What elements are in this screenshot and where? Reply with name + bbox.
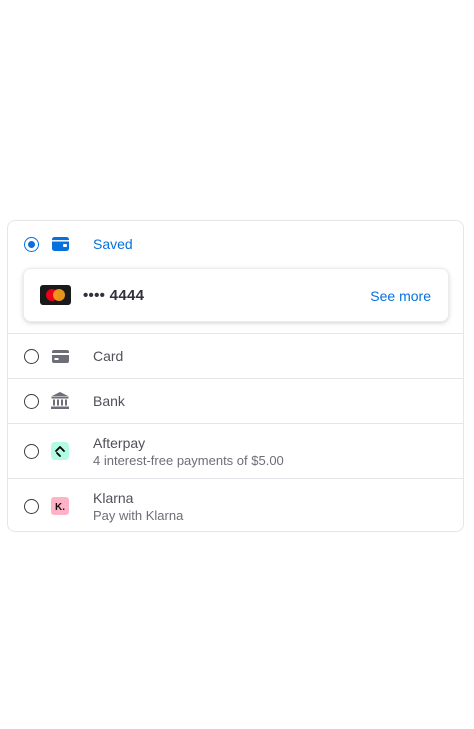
saved-card[interactable]: •••• 4444 See more xyxy=(23,268,449,322)
payment-option-afterpay[interactable]: Afterpay 4 interest-free payments of $5.… xyxy=(8,424,463,479)
payment-method-accordion: Saved •••• 4444 See more Card Bank After… xyxy=(7,220,464,532)
page: Saved •••• 4444 See more Card Bank After… xyxy=(0,0,474,729)
saved-card-number: •••• 4444 xyxy=(83,287,145,304)
credit-card-icon xyxy=(51,347,69,365)
wallet-icon xyxy=(51,235,69,253)
klarna-icon: K. xyxy=(51,497,69,515)
see-more-link[interactable]: See more xyxy=(370,288,431,304)
afterpay-icon xyxy=(51,442,69,460)
klarna-icon-text: K. xyxy=(55,502,65,513)
afterpay-description: 4 interest-free payments of $5.00 xyxy=(93,453,284,468)
bank-radio[interactable] xyxy=(24,394,39,409)
saved-radio[interactable] xyxy=(24,237,39,252)
payment-option-klarna[interactable]: K. Klarna Pay with Klarna xyxy=(8,479,463,531)
bank-label: Bank xyxy=(93,393,125,409)
card-radio[interactable] xyxy=(24,349,39,364)
afterpay-radio[interactable] xyxy=(24,444,39,459)
klarna-description: Pay with Klarna xyxy=(93,508,184,523)
klarna-label: Klarna xyxy=(93,490,134,506)
klarna-radio[interactable] xyxy=(24,499,39,514)
afterpay-label: Afterpay xyxy=(93,435,146,451)
card-label: Card xyxy=(93,348,124,364)
payment-option-saved[interactable]: Saved •••• 4444 See more xyxy=(8,221,463,334)
mastercard-icon xyxy=(40,285,71,305)
payment-option-card[interactable]: Card xyxy=(8,334,463,379)
bank-icon xyxy=(51,391,69,409)
payment-option-bank[interactable]: Bank xyxy=(8,379,463,424)
saved-label: Saved xyxy=(93,236,133,252)
